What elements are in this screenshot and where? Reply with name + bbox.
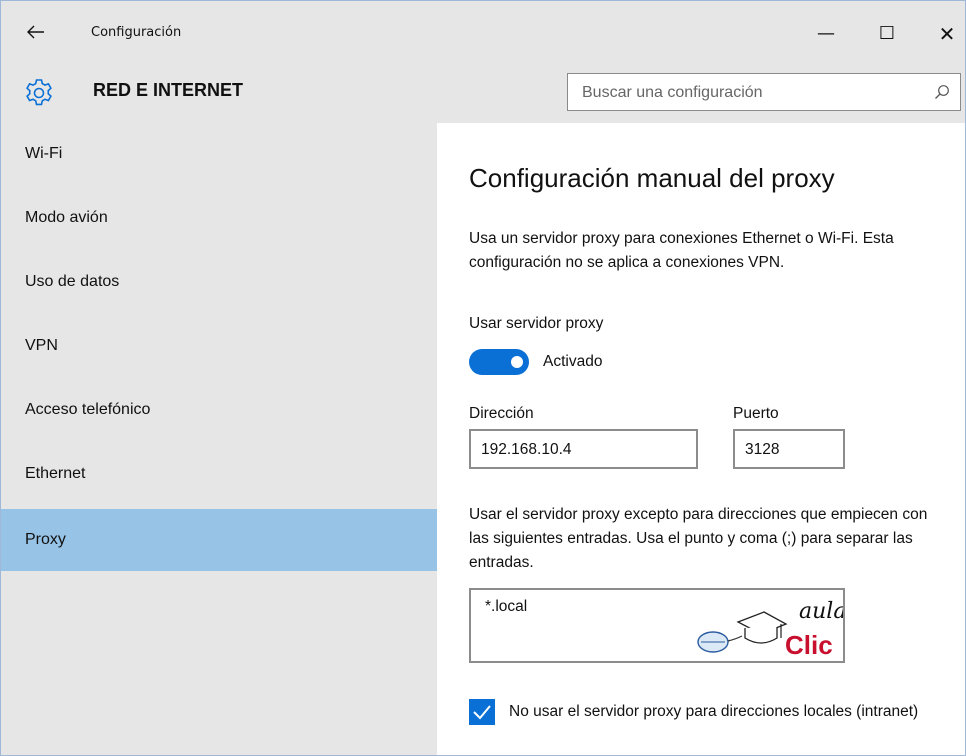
exceptions-description: Usar el servidor proxy excepto para dire… (469, 506, 928, 571)
maximize-button[interactable]: ☐ (867, 19, 907, 49)
section-header: RED E INTERNET (1, 63, 965, 123)
minimize-button[interactable]: — (806, 19, 846, 49)
sidebar: Wi-Fi Modo avión Uso de datos VPN Acceso… (1, 123, 437, 755)
port-input[interactable] (745, 439, 843, 461)
search-icon (935, 85, 949, 99)
exceptions-input[interactable]: *.local (485, 598, 675, 654)
sidebar-item-wifi[interactable]: Wi-Fi (1, 123, 437, 187)
section-title: RED E INTERNET (93, 80, 244, 100)
back-button[interactable] (21, 19, 51, 47)
use-proxy-label: Usar servidor proxy (469, 315, 604, 332)
checkmark-icon (473, 705, 491, 720)
toggle-knob (511, 356, 523, 368)
arrow-left-icon (27, 25, 44, 39)
sidebar-item-airplane-mode[interactable]: Modo avión (1, 187, 437, 251)
sidebar-item-ethernet[interactable]: Ethernet (1, 443, 437, 507)
use-proxy-toggle[interactable] (469, 349, 529, 375)
window-title: Configuración (91, 25, 182, 40)
watermark-text-clic: Clic (785, 630, 833, 660)
gear-icon (26, 79, 52, 106)
sidebar-item-data-usage[interactable]: Uso de datos (1, 251, 437, 315)
page-title: Configuración manual del proxy (469, 163, 835, 193)
search-box[interactable] (567, 73, 961, 111)
toggle-state-label: Activado (543, 353, 603, 370)
address-field[interactable] (469, 429, 698, 469)
main-content: Configuración manual del proxy Usa un se… (437, 123, 965, 755)
address-label: Dirección (469, 405, 534, 422)
sidebar-item-label: VPN (25, 337, 58, 354)
sidebar-item-label: Proxy (25, 531, 66, 548)
port-label: Puerto (733, 405, 779, 422)
sidebar-item-vpn[interactable]: VPN (1, 315, 437, 379)
sidebar-item-proxy[interactable]: Proxy (1, 509, 437, 571)
sidebar-item-label: Ethernet (25, 465, 86, 482)
settings-window: Configuración — ☐ ✕ RED E INTERNET Wi-Fi… (0, 0, 966, 756)
address-input[interactable] (481, 439, 684, 461)
aulaclic-watermark-logo: aula Clic (697, 599, 843, 660)
search-input[interactable] (582, 81, 902, 105)
sidebar-item-label: Modo avión (25, 209, 108, 226)
watermark-text-aula: aula (799, 599, 843, 624)
sidebar-item-label: Acceso telefónico (25, 401, 151, 418)
sidebar-item-label: Uso de datos (25, 273, 120, 290)
bypass-local-label: No usar el servidor proxy para direccion… (509, 703, 919, 720)
proxy-description: Usa un servidor proxy para conexiones Et… (469, 230, 894, 271)
bypass-local-checkbox[interactable] (469, 699, 495, 725)
exceptions-field[interactable]: *.local aula Clic (469, 588, 845, 663)
sidebar-item-label: Wi-Fi (25, 145, 63, 162)
sidebar-item-dial-up[interactable]: Acceso telefónico (1, 379, 437, 443)
port-field[interactable] (733, 429, 845, 469)
close-button[interactable]: ✕ (927, 19, 965, 49)
title-bar: Configuración — ☐ ✕ (1, 1, 965, 63)
